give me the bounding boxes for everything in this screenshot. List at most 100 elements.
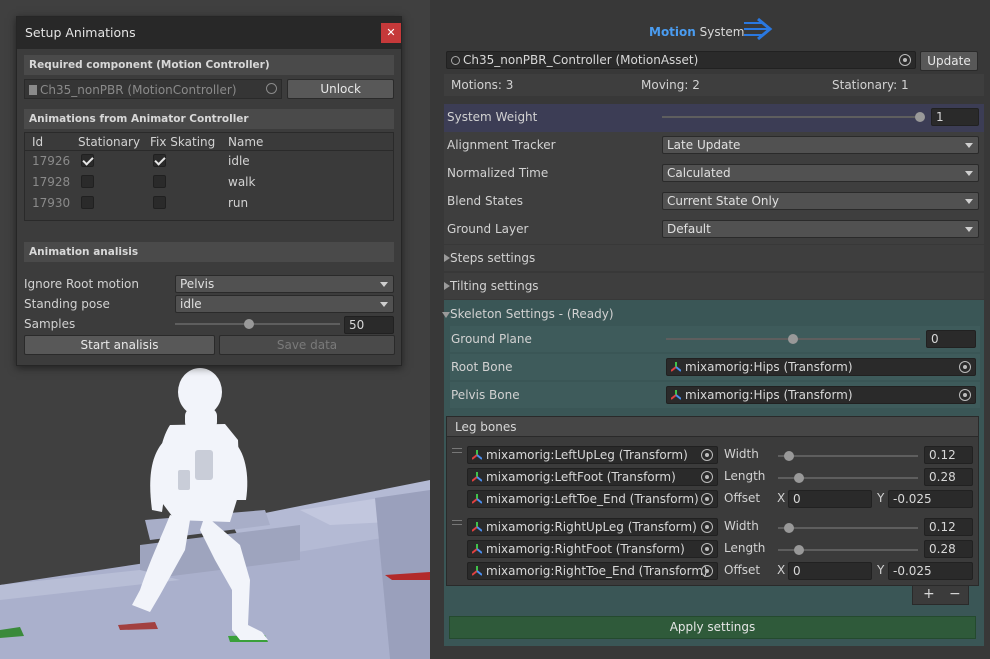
left-width-slider-track[interactable] (778, 455, 918, 457)
left-width-input[interactable]: 0.12 (924, 446, 973, 464)
moving-count: Moving: 2 (641, 78, 700, 92)
col-name: Name (228, 135, 264, 149)
controller-field[interactable]: Ch35_nonPBR (MotionController) (24, 79, 283, 99)
right-length-label: Length (724, 541, 766, 555)
left-toe-field[interactable]: mixamorig:LeftToe_End (Transform) (467, 490, 718, 508)
unlock-button[interactable]: Unlock (287, 79, 394, 99)
root-bone-row: Root Bone mixamorig:Hips (Transform) (450, 354, 980, 380)
tilting-settings-foldout[interactable]: Tilting settings (444, 273, 984, 299)
fix-skating-checkbox[interactable] (153, 154, 166, 167)
update-button[interactable]: Update (920, 51, 978, 71)
right-foot-field[interactable]: mixamorig:RightFoot (Transform) (467, 540, 718, 558)
samples-label: Samples (24, 317, 76, 331)
steps-settings-label: Steps settings (450, 251, 536, 265)
right-toe-value: mixamorig:RightToe_End (Transform) (486, 564, 708, 578)
system-weight-input[interactable]: 1 (931, 108, 979, 126)
motion-stats-bar: Motions: 3 Moving: 2 Stationary: 1 (444, 74, 984, 96)
drag-handle-icon[interactable] (452, 448, 462, 453)
apply-settings-button[interactable]: Apply settings (449, 616, 976, 639)
steps-settings-foldout[interactable]: Steps settings (444, 245, 984, 271)
right-offset-x-input[interactable]: 0 (788, 562, 872, 580)
transform-icon (671, 390, 681, 400)
standing-pose-row: Standing pose idle (24, 294, 396, 314)
ground-plane-label: Ground Plane (451, 332, 532, 346)
standing-pose-label: Standing pose (24, 297, 110, 311)
object-picker-icon[interactable] (701, 449, 713, 461)
object-picker-icon[interactable] (701, 493, 713, 505)
alignment-tracker-dropdown[interactable]: Late Update (662, 136, 979, 154)
ground-plane-input[interactable]: 0 (926, 330, 976, 348)
right-width-slider-track[interactable] (778, 527, 918, 529)
left-length-input[interactable]: 0.28 (924, 468, 973, 486)
right-width-input[interactable]: 0.12 (924, 518, 973, 536)
right-width-slider-handle[interactable] (784, 523, 794, 533)
left-upleg-field[interactable]: mixamorig:LeftUpLeg (Transform) (467, 446, 718, 464)
right-offset-y-input[interactable]: -0.025 (888, 562, 973, 580)
samples-slider-handle[interactable] (244, 319, 255, 329)
object-picker-icon[interactable] (701, 543, 713, 555)
standing-pose-dropdown[interactable]: idle (175, 295, 394, 313)
motions-count: Motions: 3 (451, 78, 514, 92)
left-offset-y-input[interactable]: -0.025 (888, 490, 973, 508)
fix-skating-checkbox[interactable] (153, 196, 166, 209)
ignore-root-dropdown[interactable]: Pelvis (175, 275, 394, 293)
leg-bones-header: Leg bones (447, 417, 978, 437)
left-width-slider-handle[interactable] (784, 451, 794, 461)
ground-plane-row: Ground Plane 0 (450, 326, 980, 352)
left-offset-label: Offset (724, 491, 761, 505)
object-picker-icon[interactable] (266, 83, 278, 94)
logo-text-system: System (699, 25, 745, 39)
row-id: 17926 (32, 154, 71, 168)
right-foot-value: mixamorig:RightFoot (Transform) (486, 542, 685, 556)
ground-layer-dropdown[interactable]: Default (662, 220, 979, 238)
save-data-button[interactable]: Save data (219, 335, 395, 355)
close-icon[interactable]: ✕ (381, 23, 401, 43)
left-toe-value: mixamorig:LeftToe_End (Transform) (486, 492, 699, 506)
object-picker-icon[interactable] (959, 389, 971, 401)
asset-field-value: Ch35_nonPBR_Controller (MotionAsset) (463, 53, 699, 67)
right-upleg-field[interactable]: mixamorig:RightUpLeg (Transform) (467, 518, 718, 536)
root-bone-field[interactable]: mixamorig:Hips (Transform) (666, 358, 976, 376)
right-length-input[interactable]: 0.28 (924, 540, 973, 558)
drag-handle-icon[interactable] (452, 520, 462, 525)
script-icon (29, 85, 37, 95)
left-length-slider-handle[interactable] (794, 473, 804, 483)
right-length-slider-handle[interactable] (794, 545, 804, 555)
window-title-bar[interactable]: Setup Animations ✕ (17, 17, 401, 49)
left-offset-x-label: X (777, 491, 786, 505)
stationary-checkbox[interactable] (81, 196, 94, 209)
samples-slider-track[interactable] (175, 323, 340, 325)
system-weight-slider-track[interactable] (662, 116, 924, 118)
fix-skating-checkbox[interactable] (153, 175, 166, 188)
samples-input[interactable]: 50 (344, 316, 394, 334)
asset-icon (451, 56, 460, 65)
object-picker-icon[interactable] (959, 361, 971, 373)
stationary-checkbox[interactable] (81, 154, 94, 167)
table-row: 17926 idle (25, 151, 393, 172)
blend-states-dropdown[interactable]: Current State Only (662, 192, 979, 210)
motion-asset-field[interactable]: Ch35_nonPBR_Controller (MotionAsset) (446, 51, 916, 69)
add-element-button[interactable]: + (923, 586, 935, 602)
object-picker-icon[interactable] (899, 54, 911, 66)
pelvis-bone-field[interactable]: mixamorig:Hips (Transform) (666, 386, 976, 404)
samples-row: Samples 50 (24, 314, 396, 334)
skeleton-settings-foldout[interactable]: Skeleton Settings - (Ready) (442, 301, 984, 327)
stationary-checkbox[interactable] (81, 175, 94, 188)
start-analysis-button[interactable]: Start analisis (24, 335, 215, 355)
ground-plane-slider-handle[interactable] (788, 334, 798, 344)
system-weight-slider-handle[interactable] (915, 112, 925, 122)
normalized-time-dropdown[interactable]: Calculated (662, 164, 979, 182)
object-picker-icon[interactable] (701, 471, 713, 483)
root-bone-label: Root Bone (451, 360, 513, 374)
object-picker-icon[interactable] (701, 565, 713, 577)
right-toe-field[interactable]: mixamorig:RightToe_End (Transform) (467, 562, 718, 580)
table-header: Id Stationary Fix Skating Name (25, 133, 393, 151)
transform-icon (472, 472, 482, 482)
tilting-settings-label: Tilting settings (450, 279, 539, 293)
object-picker-icon[interactable] (701, 521, 713, 533)
left-offset-x-input[interactable]: 0 (788, 490, 872, 508)
left-foot-field[interactable]: mixamorig:LeftFoot (Transform) (467, 468, 718, 486)
foldout-arrow-icon (442, 312, 450, 318)
stationary-count: Stationary: 1 (832, 78, 909, 92)
remove-element-button[interactable]: − (949, 586, 961, 602)
